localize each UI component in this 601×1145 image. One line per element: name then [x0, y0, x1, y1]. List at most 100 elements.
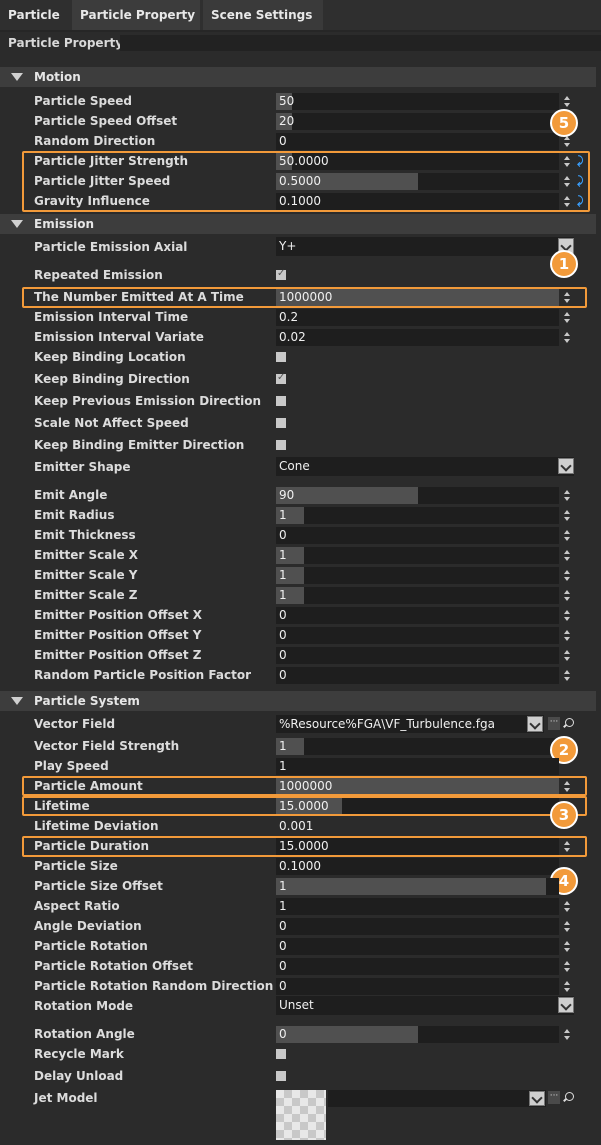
gravity-influence-input[interactable]: 0.1000	[276, 193, 559, 210]
spin-buttons[interactable]	[563, 778, 572, 795]
spin-buttons[interactable]	[563, 898, 572, 915]
reset-arrow-icon[interactable]: ⤸	[577, 173, 587, 189]
browse-dots-icon[interactable]: ···	[548, 1091, 560, 1104]
emission-interval-time-input[interactable]: 0.2	[276, 309, 559, 326]
section-label: Particle System	[34, 694, 140, 708]
particle-rotation-random-direction-input[interactable]: 0	[276, 978, 559, 995]
spin-buttons[interactable]	[563, 667, 572, 684]
particle-jitter-speed-input[interactable]: 0.5000	[276, 173, 559, 190]
recycle-mark-checkbox[interactable]	[276, 1049, 286, 1059]
collapse-triangle-icon[interactable]	[11, 73, 23, 81]
spin-buttons[interactable]	[563, 838, 572, 855]
spin-buttons[interactable]	[563, 527, 572, 544]
property-label: Keep Previous Emission Direction	[34, 394, 262, 408]
spin-buttons[interactable]	[563, 978, 572, 995]
particle-amount-input[interactable]: 1000000	[276, 778, 559, 795]
scrollbar[interactable]	[596, 54, 601, 1145]
random-particle-position-factor-input[interactable]: 0	[276, 667, 559, 684]
emitter-position-offset-x-input[interactable]: 0	[276, 607, 559, 624]
tab-scene-settings[interactable]: Scene Settings	[203, 0, 323, 30]
tab-particle[interactable]: Particle	[0, 0, 66, 30]
reset-arrow-icon[interactable]: ⤸	[577, 153, 587, 169]
chevron-down-icon[interactable]	[558, 997, 574, 1013]
search-icon[interactable]	[565, 1092, 574, 1101]
collapse-triangle-icon[interactable]	[11, 697, 23, 705]
keep-binding-location-checkbox[interactable]	[276, 352, 286, 362]
chevron-down-icon[interactable]	[529, 1091, 545, 1106]
spin-buttons[interactable]	[563, 547, 572, 564]
lifetime-input[interactable]: 15.0000	[276, 798, 559, 815]
browse-dots-icon[interactable]: ···	[548, 717, 560, 730]
spin-buttons[interactable]	[563, 93, 572, 110]
spin-buttons[interactable]	[563, 918, 572, 935]
row-random-direction: Random Direction 0	[0, 131, 590, 151]
spin-buttons[interactable]	[563, 289, 572, 306]
rotation-angle-input[interactable]: 0	[276, 1026, 559, 1043]
section-emission[interactable]: Emission	[0, 214, 601, 234]
particle-speed-offset-input[interactable]: 20	[276, 113, 559, 130]
emit-angle-input[interactable]: 90	[276, 487, 559, 504]
keep-binding-direction-checkbox[interactable]: ✓	[276, 372, 286, 384]
chevron-down-icon[interactable]	[558, 458, 574, 474]
emit-radius-input[interactable]: 1	[276, 507, 559, 524]
particle-size-input[interactable]: 0.1000	[276, 858, 559, 875]
keep-binding-emitter-direction-checkbox[interactable]	[276, 440, 286, 450]
tab-particle-property[interactable]: Particle Property	[72, 0, 200, 30]
rotation-mode-select[interactable]: Unset	[276, 996, 574, 1015]
emission-interval-variate-input[interactable]: 0.02	[276, 329, 559, 346]
vector-field-select[interactable]: %Resource%FGA\VF_Turbulence.fga	[276, 715, 544, 733]
emitter-scale-x-input[interactable]: 1	[276, 547, 559, 564]
section-particle-system[interactable]: Particle System	[0, 691, 601, 711]
spin-buttons[interactable]	[563, 1026, 572, 1043]
random-direction-input[interactable]: 0	[276, 133, 559, 150]
particle-speed-input[interactable]: 50	[276, 93, 559, 110]
spin-buttons[interactable]	[563, 193, 572, 210]
jet-model-select[interactable]	[328, 1090, 546, 1107]
search-icon[interactable]	[565, 718, 574, 727]
particle-jitter-strength-input[interactable]: 50.0000	[276, 153, 559, 170]
particle-duration-input[interactable]: 15.0000	[276, 838, 559, 855]
spin-buttons[interactable]	[563, 309, 572, 326]
emitter-position-offset-z-input[interactable]: 0	[276, 647, 559, 664]
reset-arrow-icon[interactable]: ⤸	[577, 193, 587, 209]
spin-buttons[interactable]	[563, 607, 572, 624]
delay-unload-checkbox[interactable]	[276, 1071, 286, 1081]
row-emitter-shape: Emitter Shape Cone	[0, 457, 590, 477]
lifetime-deviation-input[interactable]: 0.001	[276, 818, 559, 835]
play-speed-input[interactable]: 1	[276, 758, 559, 775]
spin-buttons[interactable]	[563, 173, 572, 190]
spin-buttons[interactable]	[563, 487, 572, 504]
spin-buttons[interactable]	[563, 329, 572, 346]
emit-thickness-input[interactable]: 0	[276, 527, 559, 544]
aspect-ratio-input[interactable]: 1	[276, 898, 559, 915]
repeated-emission-checkbox[interactable]: ✓	[276, 268, 286, 280]
row-particle-size-offset: Particle Size Offset 1	[0, 876, 590, 896]
particle-rotation-offset-input[interactable]: 0	[276, 958, 559, 975]
particle-rotation-input[interactable]: 0	[276, 938, 559, 955]
particle-emission-axial-select[interactable]: Y+	[276, 237, 574, 256]
row-scale-not-affect-speed: Scale Not Affect Speed	[0, 413, 590, 433]
keep-previous-emission-direction-checkbox[interactable]	[276, 396, 286, 406]
spin-buttons[interactable]	[563, 153, 572, 170]
particle-size-offset-input[interactable]: 1	[276, 878, 559, 895]
jet-model-thumbnail[interactable]	[276, 1090, 326, 1140]
emitter-position-offset-y-input[interactable]: 0	[276, 627, 559, 644]
emitter-shape-select[interactable]: Cone	[276, 457, 574, 476]
spin-buttons[interactable]	[563, 587, 572, 604]
spin-buttons[interactable]	[563, 938, 572, 955]
chevron-down-icon[interactable]	[527, 716, 543, 732]
scale-not-affect-speed-checkbox[interactable]	[276, 418, 286, 428]
spin-buttons[interactable]	[563, 958, 572, 975]
spin-buttons[interactable]	[563, 647, 572, 664]
collapse-triangle-icon[interactable]	[11, 220, 23, 228]
property-label: Angle Deviation	[34, 919, 142, 933]
section-motion[interactable]: Motion	[0, 67, 601, 87]
spin-buttons[interactable]	[563, 507, 572, 524]
vector-field-strength-input[interactable]: 1	[276, 738, 559, 755]
emitter-scale-y-input[interactable]: 1	[276, 567, 559, 584]
angle-deviation-input[interactable]: 0	[276, 918, 559, 935]
spin-buttons[interactable]	[563, 567, 572, 584]
emitter-scale-z-input[interactable]: 1	[276, 587, 559, 604]
number-emitted-input[interactable]: 1000000	[276, 289, 559, 306]
spin-buttons[interactable]	[563, 627, 572, 644]
